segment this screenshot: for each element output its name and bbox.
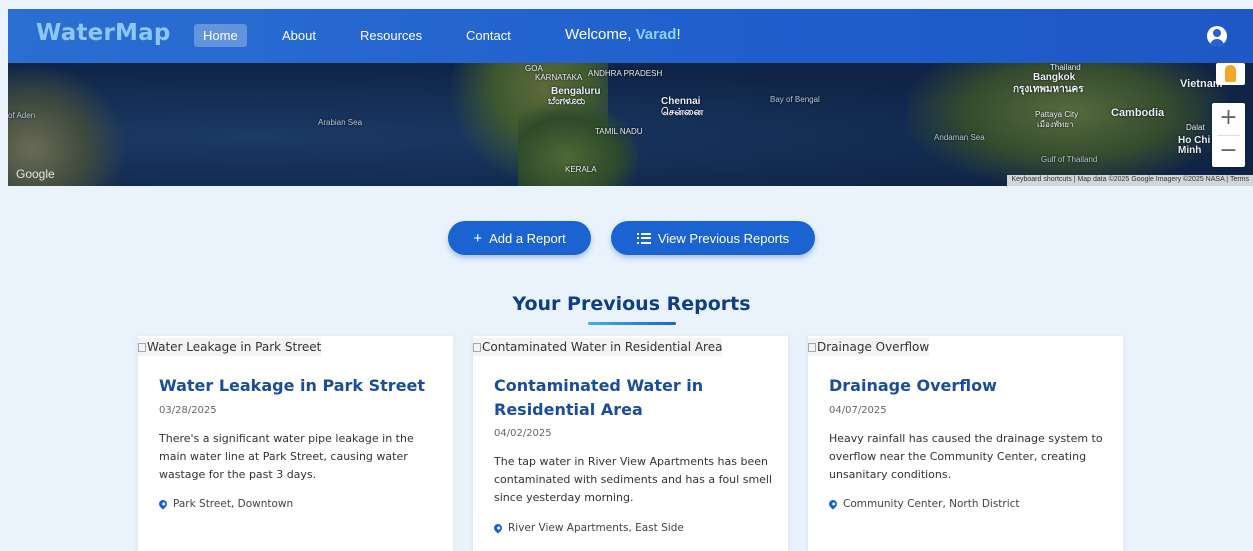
- report-description: There's a significant water pipe leakage…: [159, 432, 414, 481]
- title-underline: [588, 322, 676, 325]
- report-date: 04/07/2025: [829, 405, 887, 416]
- report-title[interactable]: Contaminated Water in Residential Area: [494, 374, 774, 422]
- street-view-pegman-icon[interactable]: [1216, 63, 1245, 85]
- map-label: เมืองพัทยา: [1037, 120, 1074, 129]
- map-label: Andaman Sea: [934, 133, 985, 142]
- map-label: Thailand: [1050, 63, 1081, 72]
- nav-link-about[interactable]: About: [273, 24, 325, 47]
- location-pin-icon: [157, 498, 169, 510]
- nav-link-resources[interactable]: Resources: [351, 24, 431, 47]
- report-location: River View Apartments, East Side: [492, 522, 684, 534]
- map-label: சென்னை: [661, 107, 704, 118]
- map-label: Gulf of Thailand: [1041, 155, 1098, 164]
- report-date: 03/28/2025: [159, 405, 217, 416]
- map-label: Bay of Bengal: [770, 95, 820, 104]
- map-label: KARNATAKA: [535, 73, 583, 82]
- add-report-button[interactable]: + Add a Report: [448, 221, 591, 255]
- report-card[interactable]: Contaminated Water in Residential Area C…: [473, 336, 788, 551]
- map-label: ಬೆಂಗಳೂರು: [548, 96, 586, 107]
- report-title[interactable]: Drainage Overflow: [829, 374, 1109, 398]
- location-pin-icon: [827, 498, 839, 510]
- report-title[interactable]: Water Leakage in Park Street: [159, 374, 439, 398]
- map-label: Chennai: [661, 96, 701, 107]
- zoom-in-button[interactable]: +: [1212, 103, 1245, 135]
- plus-icon: +: [473, 229, 483, 247]
- google-logo: Google: [16, 167, 55, 181]
- section-title: Your Previous Reports: [512, 293, 751, 315]
- report-image: Drainage Overflow: [808, 338, 930, 356]
- map-label: Dalat: [1186, 123, 1205, 132]
- map-label: TAMIL NADU: [595, 127, 643, 136]
- map-label: Cambodia: [1111, 107, 1165, 119]
- view-previous-reports-button[interactable]: View Previous Reports: [611, 221, 815, 255]
- map-label: GOA: [525, 64, 543, 73]
- zoom-out-button[interactable]: −: [1212, 136, 1245, 168]
- navbar: WaterMap Home About Resources Contact We…: [8, 9, 1253, 63]
- report-card[interactable]: Drainage Overflow Drainage Overflow 04/0…: [808, 336, 1123, 551]
- list-icon: [636, 232, 651, 244]
- nav-link-home[interactable]: Home: [194, 24, 247, 47]
- user-account-icon[interactable]: [1207, 26, 1227, 46]
- map-label: กรุงเทพมหานคร: [1013, 84, 1084, 95]
- map-label: KERALA: [565, 165, 597, 174]
- report-card[interactable]: Water Leakage in Park Street Water Leaka…: [138, 336, 453, 551]
- welcome-message: Welcome, Varad!: [565, 26, 681, 43]
- report-description: The tap water in River View Apartments h…: [494, 455, 773, 504]
- report-date: 04/02/2025: [494, 428, 552, 439]
- username: Varad: [635, 26, 677, 43]
- map-label: ANDHRA PRADESH: [588, 69, 663, 78]
- map-label: of Aden: [8, 111, 36, 120]
- map-label: Arabian Sea: [318, 118, 363, 127]
- report-image: Water Leakage in Park Street: [138, 338, 322, 356]
- report-description: Heavy rainfall has caused the drainage s…: [829, 432, 1103, 481]
- map-zoom-controls: + −: [1212, 103, 1245, 167]
- nav-link-contact[interactable]: Contact: [457, 24, 520, 47]
- map-view[interactable]: GOA KARNATAKA ANDHRA PRADESH Bengaluru ಬ…: [8, 63, 1253, 186]
- report-location: Community Center, North District: [827, 498, 1020, 510]
- brand-logo[interactable]: WaterMap: [36, 20, 170, 46]
- report-location: Park Street, Downtown: [157, 498, 293, 510]
- map-attribution[interactable]: Keyboard shortcuts | Map data ©2025 Goog…: [1007, 175, 1253, 186]
- report-image: Contaminated Water in Residential Area: [473, 338, 723, 356]
- location-pin-icon: [492, 522, 504, 534]
